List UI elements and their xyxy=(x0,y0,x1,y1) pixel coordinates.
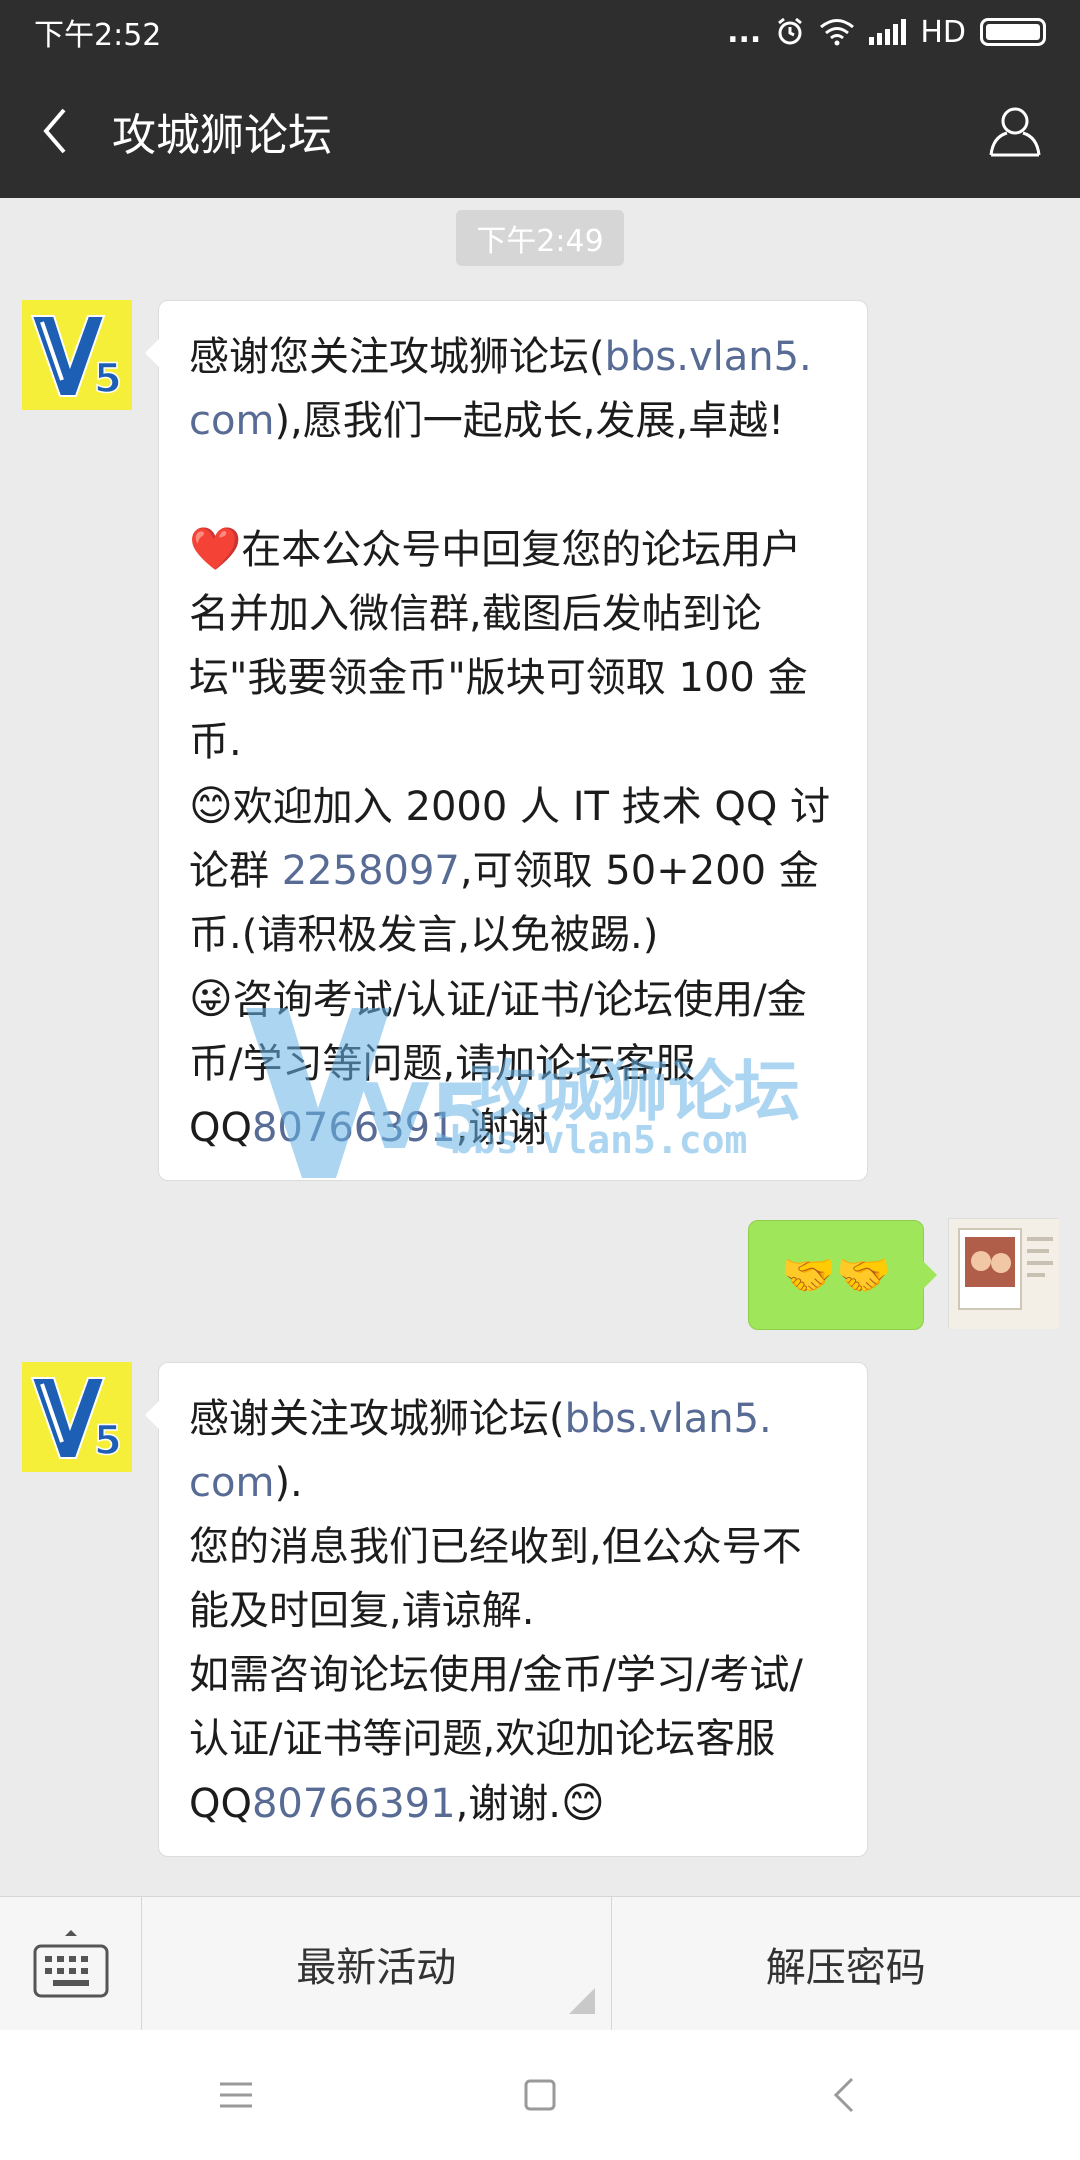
message-paragraph: 您的消息我们已经收到,但公众号不能及时回复,请谅解. xyxy=(189,1524,802,1634)
qq-group-link[interactable]: 2258097 xyxy=(282,848,460,894)
network-type: HD xyxy=(920,14,966,50)
page-title: 攻城狮论坛 xyxy=(112,110,332,161)
menu-item-label: 解压密码 xyxy=(765,1944,926,1991)
forum-link[interactable]: bbs.vlan5. xyxy=(565,1396,772,1442)
wink-tongue-icon: 😜 xyxy=(189,974,233,1023)
text-span: ),愿我们一起成长,发展,卓越! xyxy=(274,398,785,444)
status-time: 下午2:52 xyxy=(34,18,162,53)
message-text: 感谢您关注攻城狮论坛(bbs.vlan5. com),愿我们一起成长,发展,卓越… xyxy=(189,334,812,444)
message-timestamp: 下午2:49 xyxy=(456,210,624,266)
text-span: ,谢谢 xyxy=(455,1105,549,1151)
text-span: ,谢谢. xyxy=(455,1781,561,1827)
alarm-icon xyxy=(778,17,803,45)
text-span: 在本公众号中回复您的论坛用户名并加入微信群,截图后发帖到论坛"我要领金币"版块可… xyxy=(189,527,808,765)
smile-icon: 😊 xyxy=(189,781,233,830)
message-bubble-incoming[interactable]: 感谢您关注攻城狮论坛(bbs.vlan5. com),愿我们一起成长,发展,卓越… xyxy=(145,300,868,1181)
message-bubble-incoming[interactable]: 感谢关注攻城狮论坛(bbs.vlan5. com). 您的消息我们已经收到,但公… xyxy=(145,1362,868,1857)
signal-icon xyxy=(869,19,907,45)
submenu-indicator-icon xyxy=(568,1988,595,2014)
qq-contact-link[interactable]: 80766391 xyxy=(252,1781,456,1827)
system-back-button[interactable] xyxy=(764,2030,924,2160)
menu-item-unzip-password[interactable]: 解压密码 xyxy=(612,1897,1080,2030)
forum-link[interactable]: bbs.vlan5. xyxy=(605,334,812,380)
message-text: 感谢关注攻城狮论坛(bbs.vlan5. com). xyxy=(189,1396,772,1506)
message-bubble-outgoing[interactable]: 🤝🤝 xyxy=(748,1220,937,1330)
text-span: 感谢您关注攻城狮论坛( xyxy=(189,334,605,380)
chat-area[interactable]: 下午2:49 5 感谢您关注攻城狮论坛(bbs.vlan5. com),愿我们一… xyxy=(0,198,1080,1896)
person-icon xyxy=(989,107,1041,157)
message-paragraph: 😜咨询考试/认证/证书/论坛使用/金币/学习等问题,请加论坛客服 QQ80766… xyxy=(189,967,839,1160)
text-span: 感谢关注攻城狮论坛( xyxy=(189,1396,565,1442)
heart-icon: ❤️ xyxy=(189,524,242,573)
v5-logo-icon: 5 xyxy=(22,300,132,410)
chevron-left-icon xyxy=(833,2077,854,2113)
smile-icon: 😊 xyxy=(561,1778,605,1827)
svg-text:5: 5 xyxy=(94,356,122,402)
wifi-icon xyxy=(820,19,855,46)
menu-item-latest-activities[interactable]: 最新活动 xyxy=(142,1897,612,2030)
chevron-left-icon xyxy=(43,108,66,154)
bottom-menu: 最新活动 解压密码 xyxy=(0,1896,1080,2031)
more-dots-icon: ... xyxy=(727,14,762,50)
square-icon xyxy=(524,2079,556,2111)
v5-logo-icon: 5 xyxy=(22,1362,132,1472)
system-nav-bar xyxy=(0,2030,1080,2160)
menu-lines-icon xyxy=(220,2082,252,2108)
status-bar: 下午2:52 ... HD xyxy=(0,0,1080,64)
keyboard-icon xyxy=(33,1930,108,1998)
forum-link-cont[interactable]: com xyxy=(189,1460,274,1506)
avatar[interactable]: 5 xyxy=(22,1362,132,1472)
status-icons: ... HD xyxy=(727,15,1046,50)
keyboard-toggle-button[interactable] xyxy=(0,1897,142,2031)
handshake-icon: 🤝🤝 xyxy=(781,1250,891,1301)
menu-item-label: 最新活动 xyxy=(296,1944,457,1991)
profile-button[interactable] xyxy=(950,64,1080,198)
qq-contact-link[interactable]: 80766391 xyxy=(252,1105,456,1151)
avatar[interactable]: 5 xyxy=(22,300,132,410)
battery-icon xyxy=(980,18,1046,46)
recent-apps-button[interactable] xyxy=(156,2030,316,2160)
svg-text:5: 5 xyxy=(94,1418,122,1464)
message-paragraph: ❤️在本公众号中回复您的论坛用户名并加入微信群,截图后发帖到论坛"我要领金币"版… xyxy=(189,517,839,774)
home-button[interactable] xyxy=(460,2030,620,2160)
title-bar: 攻城狮论坛 xyxy=(0,64,1080,198)
text-span: ). xyxy=(274,1460,303,1506)
message-paragraph: 如需咨询论坛使用/金币/学习/考试/认证/证书等问题,欢迎加论坛客服 QQ807… xyxy=(189,1643,839,1836)
message-paragraph: 😊欢迎加入 2000 人 IT 技术 QQ 讨论群 2258097,可领取 50… xyxy=(189,774,839,967)
forum-link-cont[interactable]: com xyxy=(189,398,274,444)
user-photo-icon xyxy=(949,1219,1059,1329)
back-button[interactable] xyxy=(0,64,110,198)
avatar[interactable] xyxy=(948,1218,1059,1329)
